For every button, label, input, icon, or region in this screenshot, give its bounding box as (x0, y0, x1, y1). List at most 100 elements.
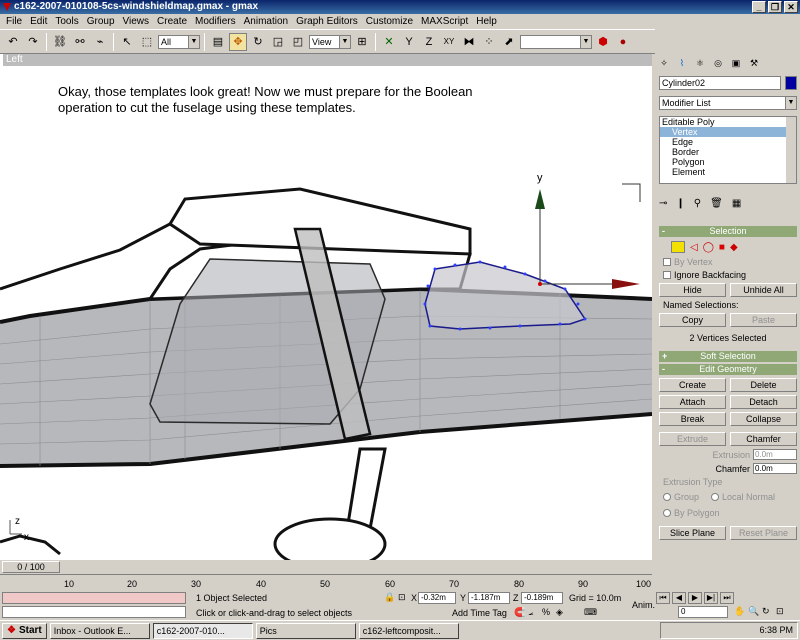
menu-group[interactable]: Group (83, 16, 119, 27)
hide-button[interactable]: Hide (659, 283, 726, 297)
y-coord-field[interactable]: -1.187m (468, 592, 510, 604)
edge-mode-icon[interactable]: ◁ (690, 242, 698, 253)
stack-item-editable-poly[interactable]: Editable Poly (660, 117, 796, 127)
go-to-end-icon[interactable]: ⏭ (720, 592, 734, 604)
menu-animation[interactable]: Animation (240, 16, 292, 27)
time-slider-thumb[interactable]: 0 / 100 (2, 561, 60, 573)
slice-plane-button[interactable]: Slice Plane (659, 526, 726, 540)
motion-tab-icon[interactable]: ◎ (711, 56, 725, 70)
time-slider[interactable]: 0 / 100 (0, 560, 652, 574)
show-end-result-icon[interactable]: ❙ (676, 198, 684, 209)
spinner-snap-icon[interactable]: ◈ (556, 607, 563, 618)
bind-icon[interactable]: ⌁ (91, 33, 109, 51)
x-coord-field[interactable]: -0.32m (418, 592, 456, 604)
maximize-viewport-icon[interactable]: ⊡ (776, 606, 784, 617)
by-vertex-checkbox[interactable]: By Vertex (663, 257, 797, 267)
copy-button[interactable]: Copy (659, 313, 726, 327)
current-frame-field[interactable]: 0 (678, 606, 728, 618)
chamfer-button[interactable]: Chamfer (730, 432, 797, 446)
break-button[interactable]: Break (659, 412, 726, 426)
menu-views[interactable]: Views (119, 16, 154, 27)
constrain-y-icon[interactable]: Y (400, 33, 418, 51)
undo-icon[interactable]: ↶ (4, 33, 22, 51)
vertex-mode-icon[interactable] (671, 241, 685, 253)
menu-create[interactable]: Create (153, 16, 191, 27)
absolute-mode-icon[interactable]: ⊡ (398, 592, 406, 603)
delete-button[interactable]: Delete (730, 378, 797, 392)
stack-item-border[interactable]: Border (660, 147, 796, 157)
create-button[interactable]: Create (659, 378, 726, 392)
detach-button[interactable]: Detach (730, 395, 797, 409)
left-viewport[interactable]: Left Okay, those templates look great! N… (0, 54, 652, 560)
ignore-backfacing-checkbox[interactable]: Ignore Backfacing (663, 270, 797, 280)
align-icon[interactable]: ⁘ (480, 33, 498, 51)
menu-tools[interactable]: Tools (51, 16, 82, 27)
arc-rotate-icon[interactable]: ↻ (762, 606, 770, 617)
extrude-button[interactable]: Extrude (659, 432, 726, 446)
go-to-start-icon[interactable]: ⏮ (656, 592, 670, 604)
taskbar-item-gmax[interactable]: c162-2007-010... (152, 622, 253, 639)
constrain-z-icon[interactable]: Z (420, 33, 438, 51)
stack-item-element[interactable]: Element (660, 167, 796, 177)
create-tab-icon[interactable]: ✧ (657, 56, 671, 70)
add-time-tag-button[interactable]: Add Time Tag (452, 608, 507, 618)
unhide-all-button[interactable]: Unhide All (730, 283, 797, 297)
pan-icon[interactable]: ✋ (734, 606, 745, 617)
unlink-icon[interactable]: ⚯ (71, 33, 89, 51)
rotate-icon[interactable]: ↻ (249, 33, 267, 51)
make-unique-icon[interactable]: ⚲ (694, 198, 701, 209)
mirror-icon[interactable]: ⧓ (460, 33, 478, 51)
scale-icon[interactable]: ◲ (269, 33, 287, 51)
link-icon[interactable]: ⛓ (51, 33, 69, 51)
selection-rollout-header[interactable]: - Selection (659, 226, 797, 237)
named-selection-dropdown[interactable]: ▼ (520, 34, 592, 49)
selection-filter-dropdown[interactable]: All ▼ (158, 34, 200, 49)
constrain-xy-icon[interactable]: XY (440, 33, 458, 51)
chamfer-input[interactable]: 0.0m (753, 463, 797, 474)
start-button[interactable]: ❖ Start (2, 622, 47, 639)
border-mode-icon[interactable]: ◯ (703, 242, 714, 253)
prev-frame-icon[interactable]: ◀ (672, 592, 686, 604)
redo-icon[interactable]: ↷ (24, 33, 42, 51)
play-icon[interactable]: ▶ (688, 592, 702, 604)
close-button[interactable]: ✕ (784, 1, 798, 13)
edit-geometry-rollout-header[interactable]: - Edit Geometry (659, 364, 797, 375)
clock[interactable]: 6:38 PM (759, 625, 793, 635)
taskbar-item-pics[interactable]: Pics (255, 622, 356, 639)
stack-item-polygon[interactable]: Polygon (660, 157, 796, 167)
move-icon[interactable]: ✥ (229, 32, 247, 51)
element-mode-icon[interactable]: ◆ (730, 242, 738, 253)
menu-help[interactable]: Help (472, 16, 501, 27)
object-name-field[interactable]: Cylinder02 (659, 76, 781, 90)
hierarchy-tab-icon[interactable]: ⚛ (693, 56, 707, 70)
select-arrow-icon[interactable]: ↖ (118, 33, 136, 51)
stack-item-edge[interactable]: Edge (660, 137, 796, 147)
render-teapot-icon[interactable]: ● (614, 33, 632, 51)
pin-stack-icon[interactable]: ⊸ (659, 198, 667, 209)
stack-scrollbar[interactable] (786, 117, 796, 183)
menu-modifiers[interactable]: Modifiers (191, 16, 240, 27)
squash-icon[interactable]: ◰ (289, 33, 307, 51)
restore-button[interactable]: ❐ (768, 1, 782, 13)
menu-customize[interactable]: Customize (362, 16, 417, 27)
material-editor-icon[interactable]: ⬢ (594, 33, 612, 51)
attach-button[interactable]: Attach (659, 395, 726, 409)
anim-toggle[interactable]: Anim. (632, 600, 655, 610)
minimize-button[interactable]: _ (752, 1, 766, 13)
configure-sets-icon[interactable]: ▦ (732, 198, 741, 209)
menu-maxscript[interactable]: MAXScript (417, 16, 472, 27)
extrusion-input[interactable]: 0.0m (753, 449, 797, 460)
modifier-list-dropdown[interactable]: Modifier List ▼ (659, 96, 797, 110)
keyboard-shortcut-icon[interactable]: ⌨ (584, 607, 597, 618)
maxscript-listener-field[interactable] (2, 592, 186, 604)
select-by-name-icon[interactable]: ▤ (209, 33, 227, 51)
constrain-x-icon[interactable]: ✕ (380, 33, 398, 51)
object-color-swatch[interactable] (785, 76, 797, 90)
reset-plane-button[interactable]: Reset Plane (730, 526, 797, 540)
modify-tab-icon[interactable]: ⌇ (675, 56, 689, 70)
soft-selection-rollout-header[interactable]: + Soft Selection (659, 351, 797, 362)
menu-file[interactable]: File (2, 16, 26, 27)
utilities-tab-icon[interactable]: ⚒ (747, 56, 761, 70)
group-radio[interactable]: Group (663, 492, 699, 502)
remove-modifier-icon[interactable]: 🗑 (710, 198, 723, 209)
